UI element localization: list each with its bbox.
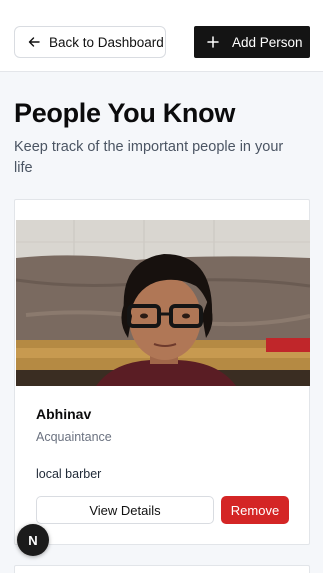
person-card: Abhinav Acquaintance local barber View D… bbox=[14, 199, 310, 545]
person-note: local barber bbox=[36, 467, 102, 481]
person-photo bbox=[16, 220, 310, 386]
add-person-button[interactable]: Add Person bbox=[194, 26, 310, 58]
view-details-button[interactable]: View Details bbox=[36, 496, 214, 524]
next-logo-icon[interactable]: N bbox=[17, 524, 49, 556]
back-button-label: Back to Dashboard bbox=[49, 34, 164, 50]
back-to-dashboard-button[interactable]: Back to Dashboard bbox=[14, 26, 166, 58]
top-bar: Back to Dashboard Add Person bbox=[0, 0, 323, 72]
plus-icon bbox=[206, 35, 220, 49]
dev-badge-letter: N bbox=[28, 532, 38, 548]
person-name: Abhinav bbox=[36, 406, 92, 422]
page-title: People You Know bbox=[14, 98, 236, 128]
people-page: Back to Dashboard Add Person People You … bbox=[0, 0, 323, 573]
person-relation: Acquaintance bbox=[36, 430, 112, 444]
page-subtitle: Keep track of the important people in yo… bbox=[14, 139, 284, 176]
add-person-label: Add Person bbox=[232, 34, 303, 50]
arrow-left-icon bbox=[27, 35, 41, 49]
remove-button[interactable]: Remove bbox=[221, 496, 289, 524]
person-card-next bbox=[14, 565, 310, 573]
